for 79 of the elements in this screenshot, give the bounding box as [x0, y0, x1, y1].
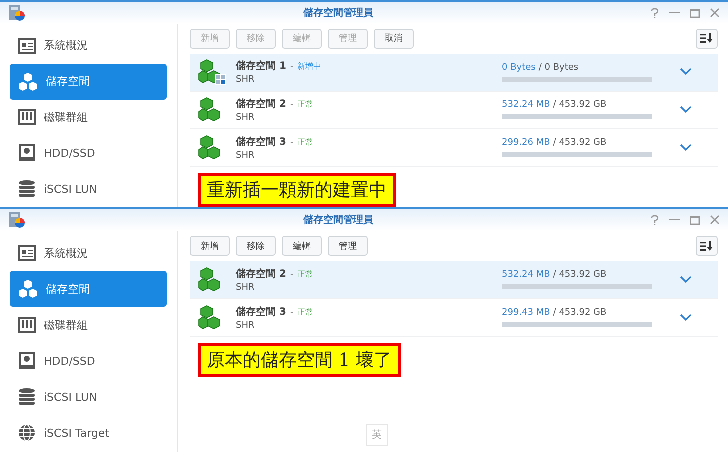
total-size: / 453.92 GB — [553, 138, 607, 148]
window-title: 儲存空間管理員 — [302, 6, 374, 20]
volume-name: 儲存空間 1 — [236, 60, 286, 74]
disk-group-icon — [18, 317, 36, 333]
separator-text: - — [290, 308, 294, 318]
volume-status: 正常 — [298, 136, 314, 148]
close-icon[interactable] — [710, 215, 720, 225]
sidebar-item[interactable]: 系統概況 — [10, 235, 167, 271]
sidebar-item[interactable]: HDD/SSD — [10, 135, 167, 172]
id-card-icon — [18, 38, 36, 54]
cubes-icon — [18, 72, 38, 91]
separator-text: - — [290, 100, 294, 110]
raid-type: SHR — [236, 320, 256, 330]
volume-row[interactable]: 儲存空間 3 - 正常 SHR 299.26 MB / 453.92 GB — [190, 129, 718, 167]
raid-type: SHR — [236, 150, 256, 161]
separator-text: - — [290, 62, 294, 72]
maximize-icon[interactable] — [690, 216, 700, 224]
used-size: 532.24 MB — [502, 270, 550, 280]
total-size: / 453.92 GB — [553, 270, 607, 280]
volume-name: 儲存空間 2 — [236, 98, 286, 111]
used-size: 299.26 MB — [502, 138, 550, 148]
volume-row[interactable]: 儲存空間 1 - 新增中 SHR 0 Bytes / 0 Bytes — [190, 54, 718, 92]
minimize-icon[interactable] — [669, 12, 680, 14]
toolbar-button[interactable]: 編輯 — [282, 236, 322, 256]
separator-text: - — [290, 138, 294, 148]
sidebar-item[interactable]: iSCSI LUN — [10, 379, 167, 415]
volume-name: 儲存空間 3 — [236, 306, 286, 318]
volume-status: 正常 — [298, 268, 314, 280]
close-icon[interactable] — [710, 8, 720, 18]
sort-button[interactable] — [696, 236, 718, 256]
sidebar-item[interactable]: 磁碟群組 — [10, 307, 167, 343]
volume-status: 新增中 — [298, 61, 322, 72]
help-icon[interactable] — [651, 8, 659, 18]
database-icon — [18, 388, 36, 406]
total-size: / 0 Bytes — [538, 62, 579, 73]
sidebar-item[interactable]: iSCSI LUN — [10, 171, 167, 207]
help-icon[interactable] — [651, 214, 659, 226]
sort-button[interactable] — [696, 28, 718, 49]
disk-group-icon — [18, 109, 36, 126]
used-size: 299.43 MB — [502, 308, 550, 318]
sidebar-item[interactable]: iSCSI Target — [10, 415, 167, 451]
maximize-icon[interactable] — [690, 8, 700, 18]
database-icon — [18, 180, 36, 198]
globe-icon — [18, 424, 36, 442]
sidebar-item[interactable]: 儲存空間 — [10, 64, 167, 100]
volume-row[interactable]: 儲存空間 3 - 正常 SHR 299.43 MB / 453.92 GB — [190, 299, 718, 337]
sort-icon — [700, 33, 714, 44]
total-size: / 453.92 GB — [553, 308, 607, 318]
used-size: 532.24 MB — [502, 100, 550, 110]
used-size: 0 Bytes — [502, 62, 536, 73]
window-title: 儲存空間管理員 — [302, 214, 374, 227]
sidebar-item[interactable]: 儲存空間 — [10, 271, 167, 307]
sidebar-item[interactable]: 磁碟群組 — [10, 100, 167, 136]
minimize-icon[interactable] — [669, 219, 680, 221]
volume-status: 正常 — [298, 306, 314, 318]
toolbar-button[interactable]: 移除 — [236, 236, 276, 256]
annotation-note: 原本的儲存空間 1 壞了 — [198, 343, 401, 377]
toolbar-button[interactable]: 管理 — [328, 236, 368, 256]
raid-type: SHR — [236, 282, 256, 292]
app-icon — [8, 211, 26, 229]
annotation-note: 重新插一顆新的建置中 — [198, 172, 396, 207]
volume-status: 正常 — [298, 98, 314, 110]
volume-name: 儲存空間 2 — [236, 268, 286, 280]
cubes-grid-icon — [198, 59, 226, 86]
volume-row[interactable]: 儲存空間 2 - 正常 SHR 532.24 MB / 453.92 GB — [190, 261, 718, 299]
sidebar-item[interactable]: HDD/SSD — [10, 343, 167, 379]
toolbar-button[interactable]: 取消 — [374, 28, 414, 49]
id-card-icon — [18, 245, 36, 261]
raid-type: SHR — [236, 112, 256, 123]
cubes-icon — [18, 280, 38, 298]
sort-icon — [700, 240, 714, 252]
sidebar-item[interactable]: 系統概況 — [10, 28, 167, 64]
toolbar-button[interactable]: 新增 — [190, 236, 230, 256]
raid-type: SHR — [236, 75, 256, 86]
volume-name: 儲存空間 3 — [236, 136, 286, 149]
separator-text: - — [290, 270, 294, 280]
app-icon — [8, 4, 26, 22]
total-size: / 453.92 GB — [553, 100, 607, 110]
volume-row[interactable]: 儲存空間 2 - 正常 SHR 532.24 MB / 453.92 GB — [190, 92, 718, 130]
